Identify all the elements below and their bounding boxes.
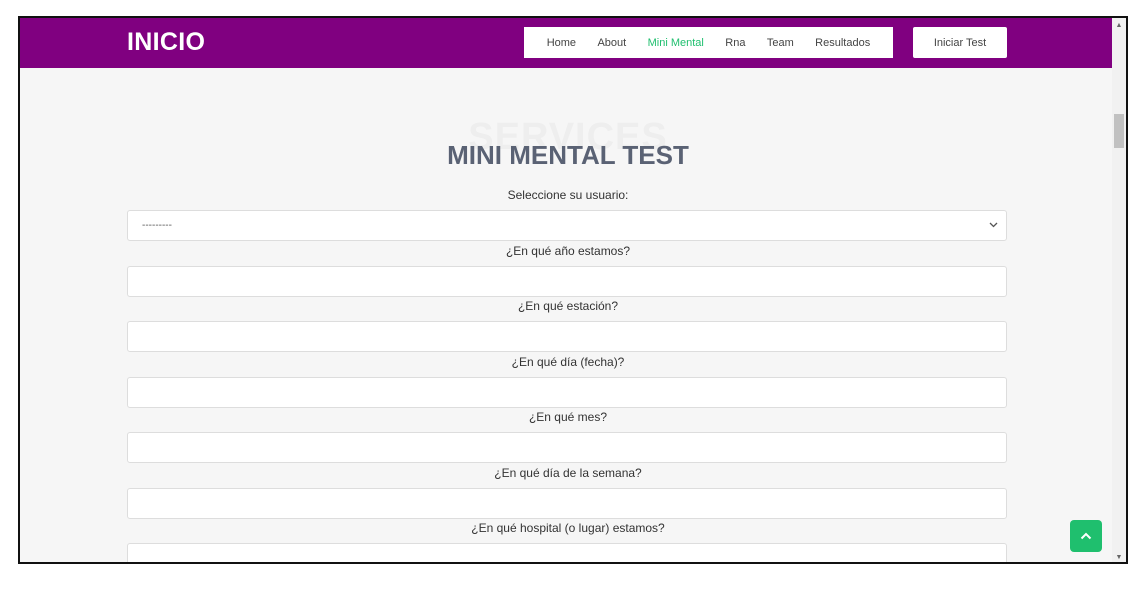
question-label: ¿En qué día de la semana? [494,466,642,480]
back-to-top-button[interactable] [1070,520,1102,552]
nav-team[interactable]: Team [767,37,794,49]
answer-input-weekday[interactable] [127,488,1007,519]
nav-mini-mental[interactable]: Mini Mental [648,37,704,49]
answer-input-date[interactable] [127,377,1007,408]
browser-viewport: INICIO Home About Mini Mental Rna Team R… [18,16,1128,564]
chevron-down-icon [989,220,998,231]
scroll-down-arrow-icon[interactable]: ▼ [1112,550,1126,562]
brand-logo[interactable]: INICIO [127,28,205,57]
question-label: ¿En qué hospital (o lugar) estamos? [471,521,665,535]
answer-input-season[interactable] [127,321,1007,352]
answer-input-year[interactable] [127,266,1007,297]
header: INICIO Home About Mini Mental Rna Team R… [20,18,1116,68]
nav-rna[interactable]: Rna [725,37,745,49]
scrollbar[interactable]: ▲ ▼ [1112,18,1126,562]
user-select-label: Seleccione su usuario: [507,188,629,202]
page-title: MINI MENTAL TEST [447,140,689,170]
scrollbar-thumb[interactable] [1114,114,1124,148]
user-select[interactable]: --------- [127,210,1007,241]
nav-menu: Home About Mini Mental Rna Team Resultad… [524,27,893,58]
question-label: ¿En qué mes? [528,410,608,424]
user-select-value: --------- [142,220,172,231]
question-label: ¿En qué estación? [517,299,619,313]
answer-input-place[interactable] [127,543,1007,562]
scroll-up-arrow-icon[interactable]: ▲ [1112,18,1126,32]
question-label: ¿En qué día (fecha)? [511,355,625,369]
nav-home[interactable]: Home [547,37,576,49]
chevron-up-icon [1080,527,1092,545]
question-label: ¿En qué año estamos? [505,244,631,258]
answer-input-month[interactable] [127,432,1007,463]
nav-about[interactable]: About [597,37,626,49]
main-content: SERVICES MINI MENTAL TEST Seleccione su … [20,68,1116,562]
nav-resultados[interactable]: Resultados [815,37,870,49]
iniciar-test-button[interactable]: Iniciar Test [913,27,1007,58]
